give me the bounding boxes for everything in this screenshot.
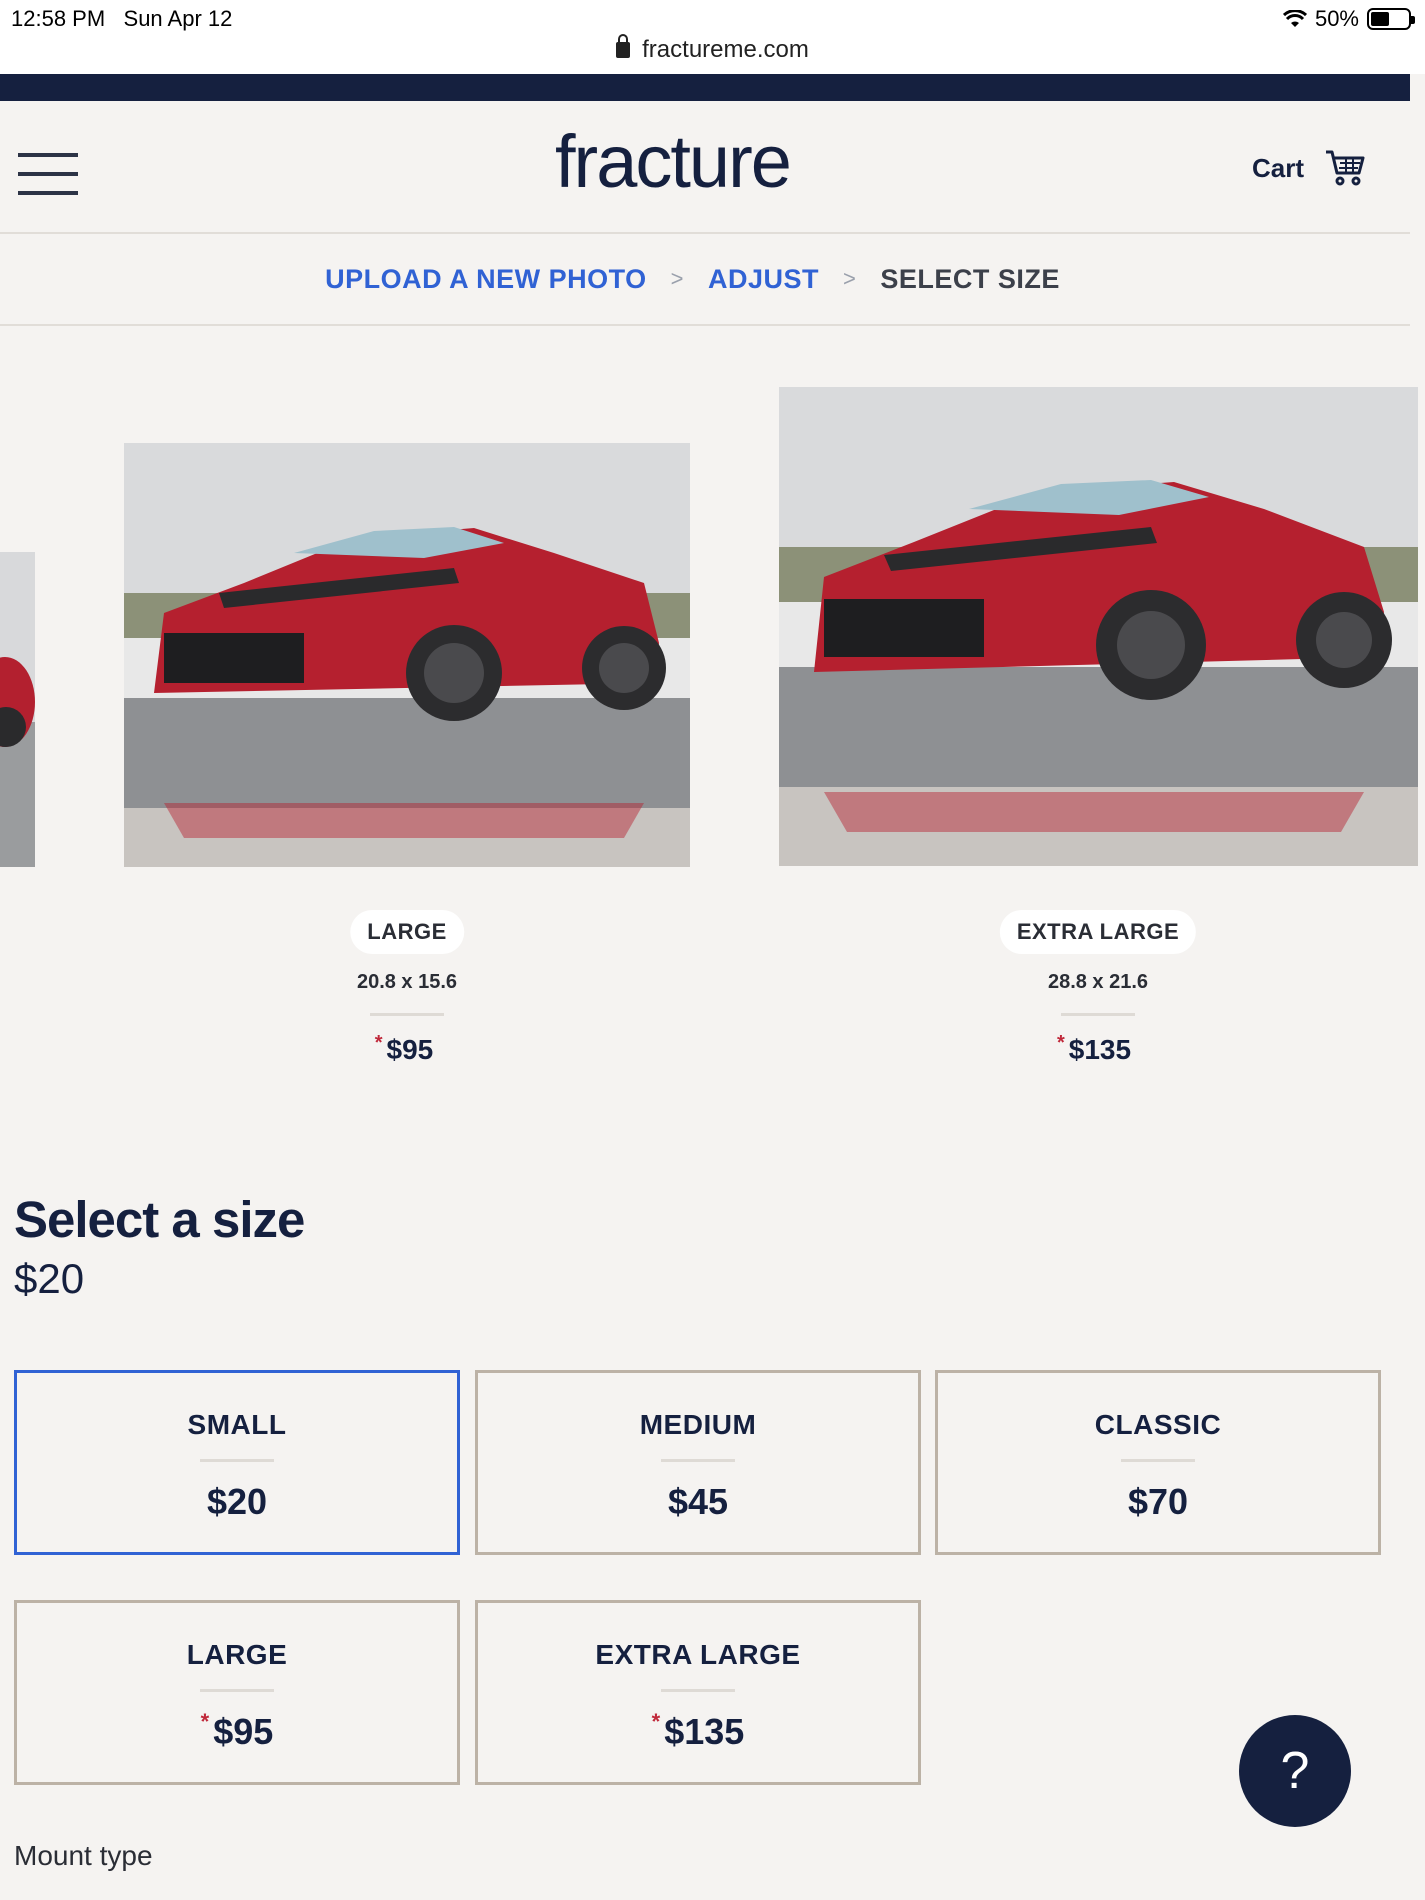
mount-type-label: Mount type <box>14 1840 153 1871</box>
size-option-price-value: $135 <box>664 1711 745 1752</box>
breadcrumb: UPLOAD A NEW PHOTO > ADJUST > SELECT SIZ… <box>0 234 1410 326</box>
fracture-logo[interactable]: fracture <box>0 123 1395 214</box>
asterisk-mark: * <box>374 1032 383 1054</box>
divider <box>370 1013 444 1016</box>
asterisk-mark: * <box>651 1709 661 1734</box>
size-option-label: SMALL <box>187 1409 287 1440</box>
carousel-dimensions: 20.8 x 15.6 <box>356 971 458 993</box>
cart-icon <box>1326 150 1365 186</box>
svg-text:fracture: fracture <box>555 123 790 203</box>
carousel-size-badge: EXTRA LARGE <box>999 910 1197 954</box>
divider <box>200 1689 274 1692</box>
breadcrumb-upload-link[interactable]: UPLOAD A NEW PHOTO <box>325 264 647 295</box>
carousel-price-value: $135 <box>1068 1034 1132 1065</box>
size-option-label: EXTRA LARGE <box>595 1639 801 1670</box>
carousel-price: * $135 <box>1056 1032 1132 1066</box>
section-title: Select a size <box>14 1191 305 1248</box>
help-button[interactable]: ? <box>1239 1715 1351 1827</box>
size-option-label: CLASSIC <box>1094 1409 1222 1440</box>
size-option-price: $20 <box>206 1481 268 1522</box>
asterisk-mark: * <box>1056 1032 1065 1054</box>
battery-text: 50% <box>1314 6 1359 31</box>
date-text: Sun Apr 12 <box>123 6 233 31</box>
carousel-dimensions: 28.8 x 21.6 <box>1047 971 1149 993</box>
divider <box>200 1459 274 1462</box>
size-option-extra-large[interactable]: EXTRA LARGE * $135 <box>475 1600 921 1785</box>
breadcrumb-current-step: SELECT SIZE <box>880 263 1060 294</box>
asterisk-mark: * <box>200 1709 210 1734</box>
status-bar: 12:58 PM Sun Apr 12 50% fractureme.com <box>0 0 1425 74</box>
battery-icon <box>1367 8 1415 30</box>
current-price: $20 <box>14 1255 85 1302</box>
size-option-price-value: $95 <box>213 1711 274 1752</box>
cart-button[interactable]: Cart <box>1252 149 1366 187</box>
cart-label: Cart <box>1252 152 1305 183</box>
size-option-medium[interactable]: MEDIUM $45 <box>475 1370 921 1555</box>
divider <box>661 1459 735 1462</box>
breadcrumb-separator: > <box>670 266 684 291</box>
size-option-large[interactable]: LARGE * $95 <box>14 1600 460 1785</box>
divider <box>661 1689 735 1692</box>
lock-icon <box>616 34 631 58</box>
top-band <box>0 74 1410 101</box>
size-option-price: $45 <box>667 1481 729 1522</box>
photo-preview-partial[interactable] <box>0 552 35 867</box>
logo-wordmark: fracture <box>555 123 792 203</box>
size-option-price: * $95 <box>17 1709 457 1753</box>
address-bar[interactable]: fractureme.com <box>0 34 1425 64</box>
time-text: 12:58 PM <box>11 6 106 31</box>
photo-preview-extra-large[interactable] <box>779 387 1418 866</box>
size-option-price: $70 <box>1127 1481 1189 1522</box>
carousel-price-value: $95 <box>386 1034 434 1065</box>
breadcrumb-separator: > <box>843 266 857 291</box>
size-option-price: * $135 <box>478 1709 918 1753</box>
size-option-label: LARGE <box>186 1639 288 1670</box>
size-option-classic[interactable]: CLASSIC $70 <box>935 1370 1381 1555</box>
breadcrumb-adjust-link[interactable]: ADJUST <box>708 264 819 295</box>
photo-preview-large[interactable] <box>124 443 690 867</box>
carousel-size-badge: LARGE <box>350 910 464 954</box>
wifi-icon <box>1282 10 1307 27</box>
size-option-small[interactable]: SMALL $20 <box>14 1370 460 1555</box>
status-right: 50% <box>1282 6 1415 32</box>
divider <box>1121 1459 1195 1462</box>
site-header: fracture Cart <box>0 101 1410 234</box>
status-time: 12:58 PM Sun Apr 12 <box>11 6 232 32</box>
divider <box>1061 1013 1135 1016</box>
carousel-price: * $95 <box>374 1032 434 1066</box>
size-option-label: MEDIUM <box>639 1409 757 1440</box>
url-text: fractureme.com <box>642 36 809 63</box>
